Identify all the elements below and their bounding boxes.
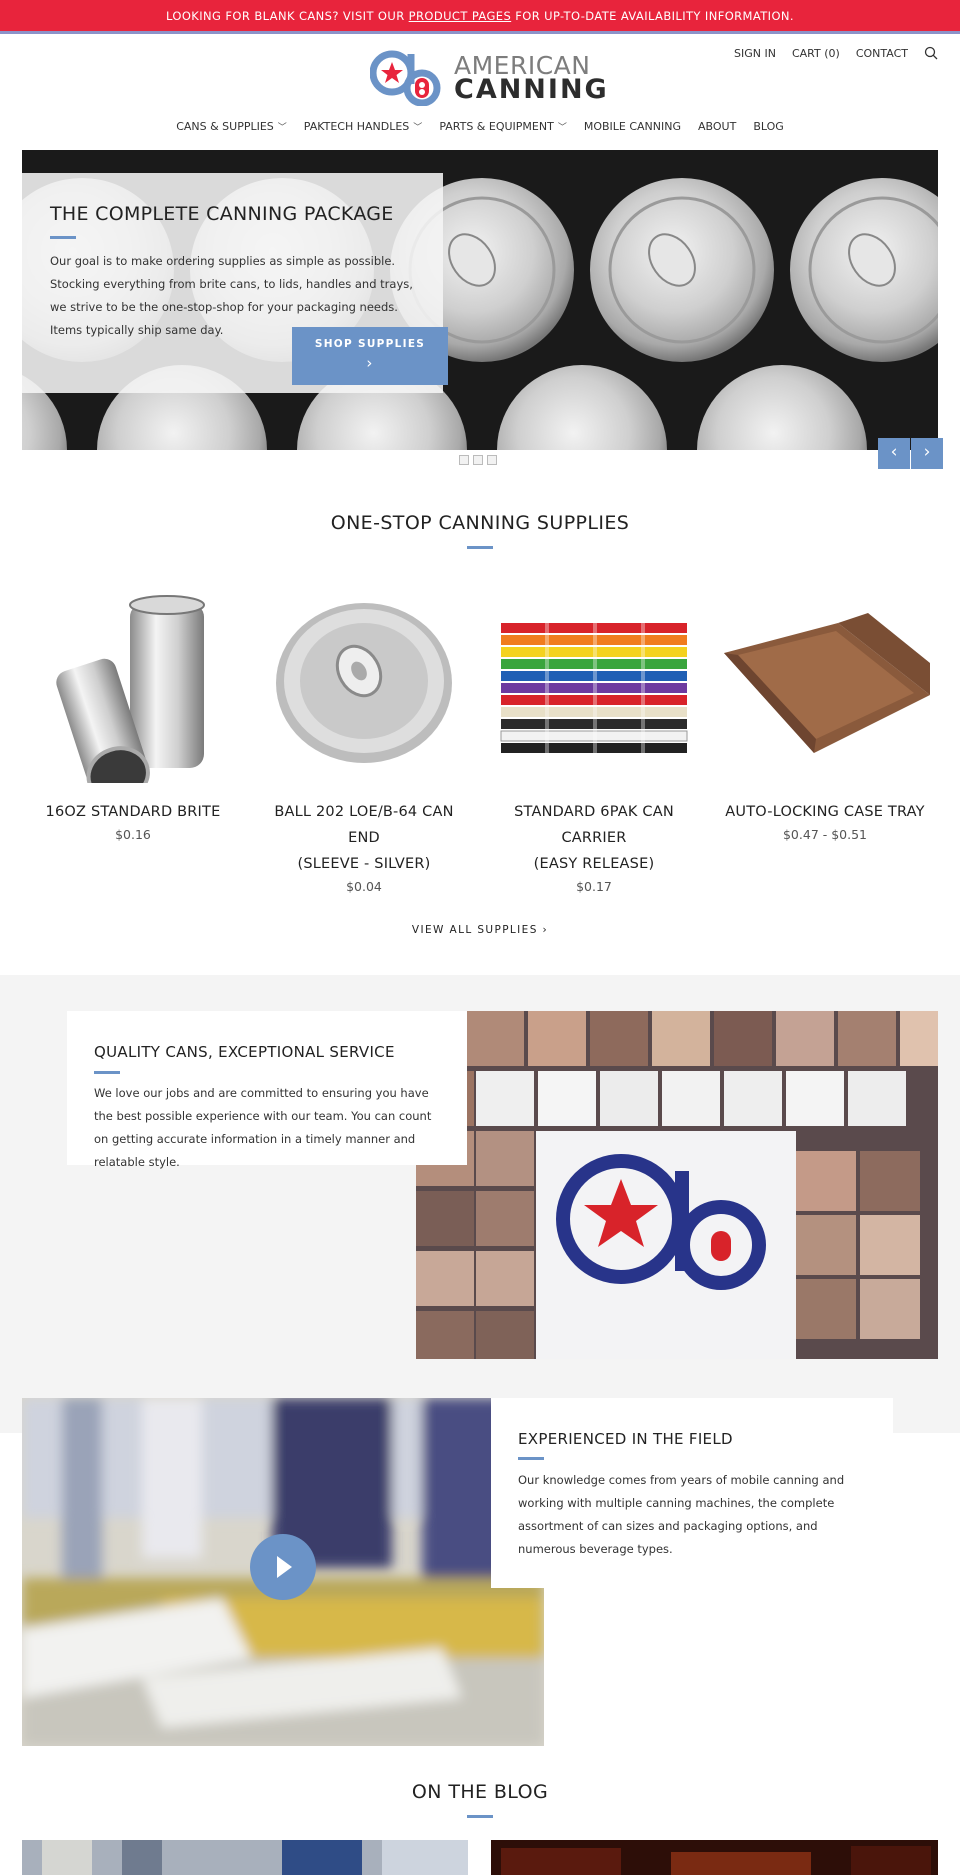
- chevron-down-icon: ﹀: [413, 123, 423, 133]
- product-name-line: BALL 202 LOE/B-64 CAN END: [274, 804, 454, 846]
- hero-title: THE COMPLETE CANNING PACKAGE: [50, 203, 394, 225]
- blog-post-image[interactable]: [491, 1840, 938, 1875]
- logo-word-canning: CANNING: [454, 74, 609, 105]
- product-card[interactable]: 16OZ STANDARD BRITE $0.16: [26, 583, 240, 842]
- product-name[interactable]: BALL 202 LOE/B-64 CAN END (SLEEVE - SILV…: [257, 799, 471, 877]
- product-image-6pak-carrier[interactable]: [487, 583, 701, 783]
- nav-item-label: BLOG: [753, 120, 784, 133]
- play-icon[interactable]: [250, 1534, 316, 1600]
- product-card[interactable]: AUTO-LOCKING CASE TRAY $0.47 - $0.51: [718, 583, 932, 842]
- product-name-line: AUTO-LOCKING CASE TRAY: [725, 804, 925, 820]
- nav-item-label: PAKTECH HANDLES: [303, 120, 410, 133]
- nav-item-blog[interactable]: BLOG: [753, 120, 783, 133]
- nav-item-paktech-handles[interactable]: PAKTECH HANDLES ﹀: [304, 120, 423, 133]
- product-price: $0.47 - $0.51: [782, 827, 868, 842]
- product-pages-link[interactable]: PRODUCT PAGES: [409, 9, 512, 23]
- slide-dot[interactable]: [487, 455, 497, 465]
- blog-post-image[interactable]: [22, 1840, 468, 1875]
- nav-item-cans-supplies[interactable]: CANS & SUPPLIES ﹀: [176, 120, 287, 133]
- product-price: $0.04: [346, 879, 382, 894]
- search-icon[interactable]: [924, 46, 938, 60]
- cart-link[interactable]: CART (0): [792, 47, 840, 60]
- quality-photo-collage: [416, 1011, 938, 1359]
- slide-dot[interactable]: [473, 455, 483, 465]
- shop-supplies-button[interactable]: SHOP SUPPLIES ›: [292, 327, 448, 385]
- logo[interactable]: AMERICAN CANNING: [370, 48, 607, 106]
- view-all-label: VIEW ALL SUPPLIES: [411, 924, 538, 936]
- product-name[interactable]: AUTO-LOCKING CASE TRAY: [718, 799, 932, 825]
- nav-item-label: CANS & SUPPLIES: [176, 120, 274, 133]
- nav-item-about[interactable]: ABOUT: [698, 120, 736, 133]
- product-card[interactable]: BALL 202 LOE/B-64 CAN END (SLEEVE - SILV…: [257, 583, 471, 894]
- blog-section-title: ON THE BLOG: [411, 1781, 549, 1803]
- chevron-right-icon: ›: [542, 924, 549, 936]
- product-name[interactable]: STANDARD 6PAK CAN CARRIER (EASY RELEASE): [487, 799, 701, 877]
- nav-item-label: PARTS & EQUIPMENT: [439, 120, 554, 133]
- quality-title-rule: [94, 1071, 120, 1074]
- slideshow-next-button[interactable]: ›: [911, 438, 943, 469]
- product-card[interactable]: STANDARD 6PAK CAN CARRIER (EASY RELEASE)…: [487, 583, 701, 894]
- chevron-down-icon: ﹀: [557, 123, 567, 133]
- shop-supplies-label: SHOP SUPPLIES: [314, 338, 426, 350]
- banner-text-after: FOR UP-TO-DATE AVAILABILITY INFORMATION.: [515, 9, 794, 23]
- slideshow-dots: [459, 455, 497, 465]
- product-name-line: CARRIER: [561, 830, 627, 846]
- hero-title-rule: [50, 236, 76, 239]
- view-all-supplies-link[interactable]: VIEW ALL SUPPLIES ›: [0, 924, 960, 936]
- slide-dot[interactable]: [459, 455, 469, 465]
- nav-item-label: ABOUT: [698, 120, 737, 133]
- experience-text: Our knowledge comes from years of mobile…: [518, 1473, 845, 1556]
- contact-link[interactable]: CONTACT: [856, 47, 908, 60]
- product-price: $0.17: [576, 879, 612, 894]
- sign-in-link[interactable]: SIGN IN: [734, 47, 776, 60]
- header-links: SIGN IN CART (0) CONTACT: [734, 46, 938, 60]
- logo-mark-icon: [370, 50, 441, 106]
- announcement-banner: LOOKING FOR BLANK CANS? VISIT OUR PRODUC…: [0, 0, 960, 34]
- quality-text: We love our jobs and are committed to en…: [94, 1086, 432, 1169]
- chevron-right-icon: ›: [366, 354, 374, 372]
- product-name-line: (EASY RELEASE): [533, 856, 655, 872]
- experience-title-rule: [518, 1457, 544, 1460]
- product-image-can-end[interactable]: [257, 583, 471, 783]
- supplies-section-title: ONE-STOP CANNING SUPPLIES: [330, 512, 630, 534]
- slideshow-prev-button[interactable]: ‹: [878, 438, 910, 469]
- experience-title: EXPERIENCED IN THE FIELD: [518, 1430, 733, 1448]
- nav-item-parts-equipment[interactable]: PARTS & EQUIPMENT ﹀: [439, 120, 567, 133]
- blog-title-rule: [467, 1815, 493, 1818]
- quality-title: QUALITY CANS, EXCEPTIONAL SERVICE: [94, 1043, 395, 1061]
- product-name-line: (SLEEVE - SILVER): [297, 856, 431, 872]
- product-image-cans[interactable]: [26, 583, 240, 804]
- product-name-line: 16OZ STANDARD BRITE: [45, 804, 221, 820]
- banner-text-before: LOOKING FOR BLANK CANS? VISIT OUR: [166, 9, 405, 23]
- product-image-case-tray[interactable]: [718, 583, 932, 783]
- product-name[interactable]: 16OZ STANDARD BRITE: [26, 799, 240, 825]
- nav-item-label: MOBILE CANNING: [583, 120, 682, 133]
- chevron-down-icon: ﹀: [277, 123, 287, 133]
- main-nav: CANS & SUPPLIES ﹀ PAKTECH HANDLES ﹀ PART…: [0, 120, 960, 133]
- supplies-title-rule: [467, 546, 493, 549]
- product-price: $0.16: [115, 827, 151, 842]
- nav-item-mobile-canning[interactable]: MOBILE CANNING: [584, 120, 681, 133]
- product-name-line: STANDARD 6PAK CAN: [514, 804, 674, 820]
